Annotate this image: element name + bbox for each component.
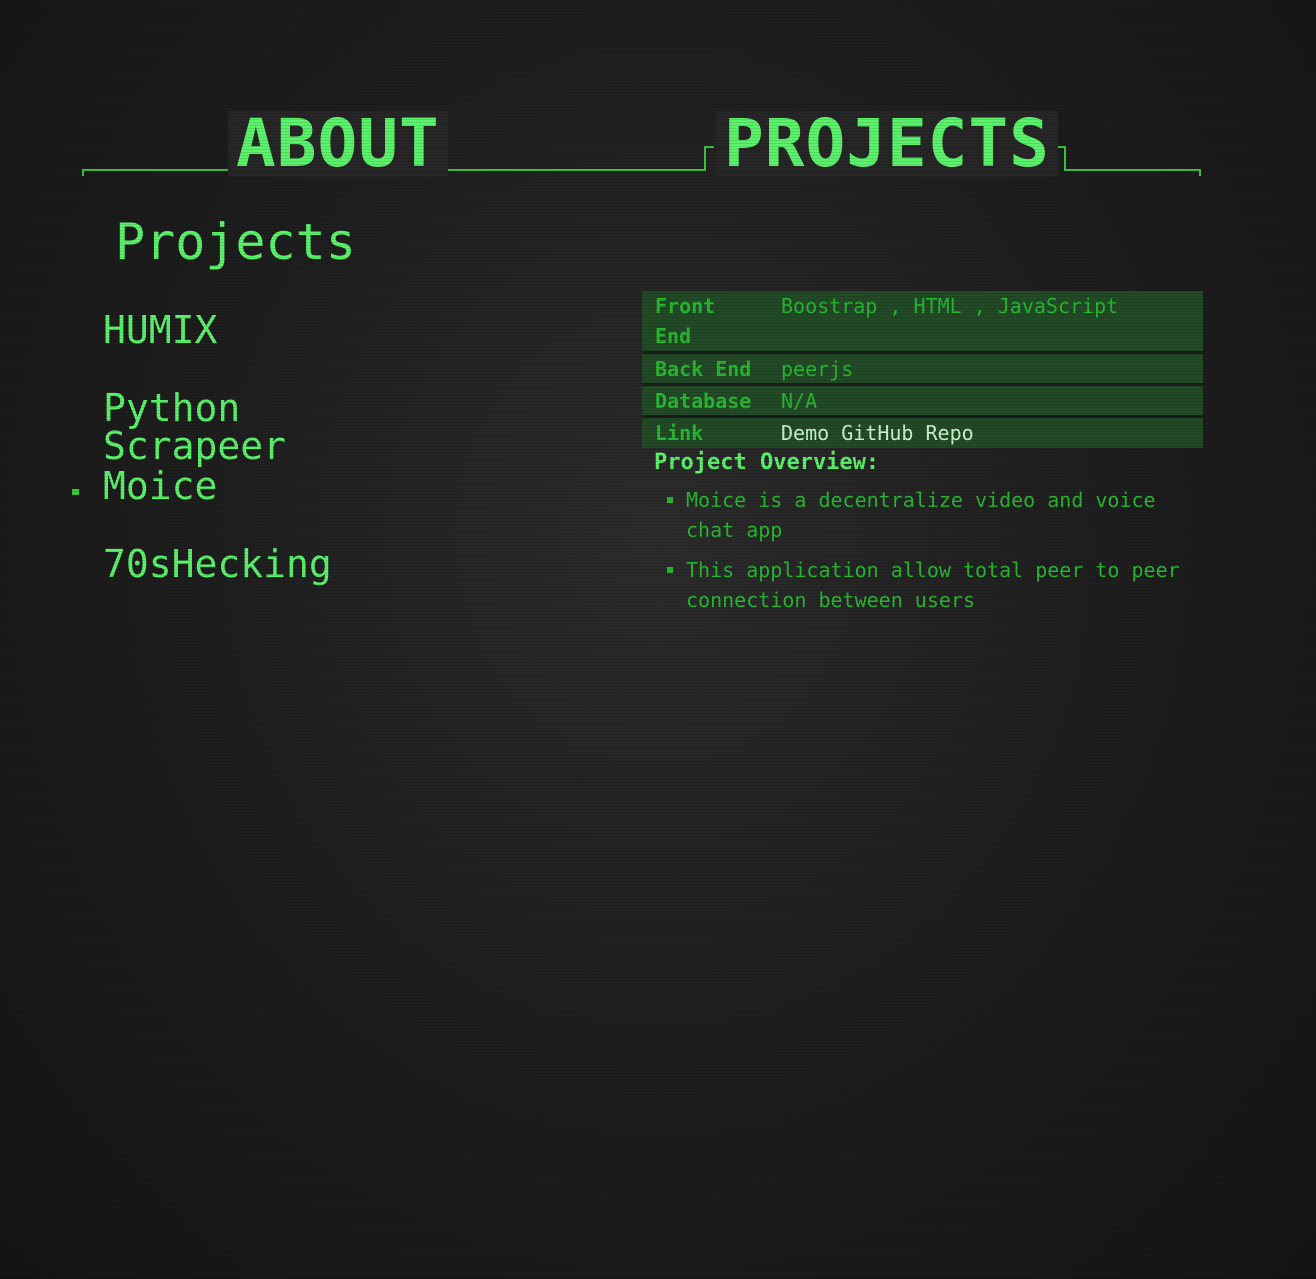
top-nav: ABOUT PROJECTS [0,0,1316,200]
table-row: Back End peerjs [642,354,1203,386]
nav-tick [1199,169,1201,176]
detail-value: Demo GitHub Repo [781,418,1203,448]
table-row: Database N/A [642,386,1203,418]
table-row: Link Demo GitHub Repo [642,418,1203,448]
page-title: Projects [115,213,356,271]
detail-value: N/A [781,389,818,413]
nav-bracket-right [1064,146,1066,171]
detail-value: Boostrap , HTML , JavaScript [781,294,1119,318]
nav-bracket-left [704,146,706,171]
nav-tick [82,169,84,176]
screen: ABOUT PROJECTS Projects HUMIX Python Scr… [0,0,1316,1279]
project-item-python-scrapeer[interactable]: Python Scrapeer [103,389,286,465]
project-item-humix[interactable]: HUMIX [103,311,217,349]
table-row: Front End Boostrap , HTML , JavaScript [642,291,1203,354]
project-item-70shecking[interactable]: 70sHecking [103,545,332,583]
detail-key: Front End [655,294,716,348]
overview-text: Moice is a decentralize video and voice … [686,488,1156,542]
tab-about[interactable]: ABOUT [228,111,448,177]
project-details-table: Front End Boostrap , HTML , JavaScript B… [642,291,1203,448]
list-item: This application allow total peer to pee… [665,555,1195,615]
nav-bracket-left-top [704,146,714,148]
detail-key: Back End [655,357,752,381]
bullet-icon [667,567,673,573]
detail-key: Database [655,389,752,413]
selected-marker-icon [72,489,79,495]
tab-projects[interactable]: PROJECTS [716,111,1058,177]
detail-value: peerjs [781,357,854,381]
detail-key: Link [655,421,704,445]
bullet-icon [667,497,673,503]
list-item: Moice is a decentralize video and voice … [665,485,1195,545]
github-repo-link[interactable]: GitHub Repo [841,421,973,445]
overview-title: Project Overview: [654,450,880,475]
overview-list: Moice is a decentralize video and voice … [665,485,1195,625]
project-item-moice[interactable]: Moice [103,467,217,505]
demo-link[interactable]: Demo [781,421,829,445]
overview-text: This application allow total peer to pee… [686,558,1180,612]
nav-line-right [1064,169,1201,171]
